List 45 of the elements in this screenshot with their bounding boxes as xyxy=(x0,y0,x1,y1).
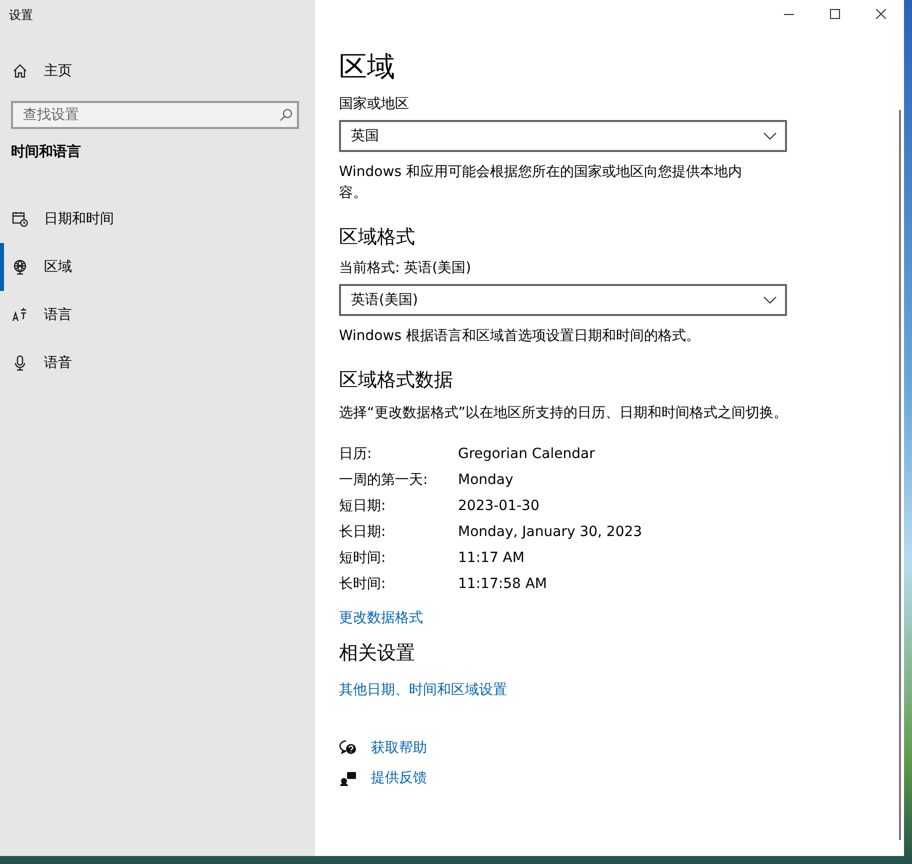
dropdown[interactable]: 英语(美国) xyxy=(339,284,787,316)
description-text: Windows 根据语言和区域首选项设置日期和时间的格式。 xyxy=(339,327,701,346)
field-label: 当前格式: 英语(美国) xyxy=(339,259,472,278)
chevron-down-icon xyxy=(763,132,777,140)
field-label: 日历: xyxy=(339,445,373,464)
globe-icon xyxy=(12,259,28,275)
chevron-down-icon xyxy=(763,296,777,304)
nav-item[interactable]: 日期和时间 xyxy=(0,195,315,243)
dropdown[interactable]: 英国 xyxy=(339,120,787,152)
search-icon[interactable] xyxy=(279,108,293,122)
calendar-clock-icon xyxy=(12,211,28,227)
nav-item[interactable]: 主页 xyxy=(44,62,72,80)
field-label: 短时间: xyxy=(339,549,387,568)
link[interactable]: 其他日期、时间和区域设置 xyxy=(339,682,507,698)
link[interactable]: 获取帮助 xyxy=(371,738,427,758)
window-title: 设置 xyxy=(8,7,34,24)
nav-item[interactable]: 语音 xyxy=(0,339,315,387)
field-value: Monday, January 30, 2023 xyxy=(458,523,642,542)
field-label: 国家或地区 xyxy=(339,95,409,114)
link[interactable]: 提供反馈 xyxy=(371,768,427,788)
link[interactable]: 更改数据格式 xyxy=(339,610,423,626)
field-value: 2023-01-30 xyxy=(458,497,540,516)
home-icon xyxy=(12,63,28,79)
field-label: 短日期: xyxy=(339,497,387,516)
field-value: Monday xyxy=(458,471,514,490)
nav-item[interactable]: 语言 xyxy=(0,291,315,339)
field-value: Gregorian Calendar xyxy=(458,445,596,464)
microphone-icon xyxy=(12,355,28,371)
section-heading: 相关设置 xyxy=(339,641,415,666)
feedback-icon xyxy=(339,770,357,786)
field-label: 一周的第一天: xyxy=(339,471,429,490)
section-heading: 区域格式 xyxy=(339,225,415,250)
search-field[interactable]: 查找设置 xyxy=(11,101,299,129)
description-text: 选择“更改数据格式”以在地区所支持的日历、日期和时间格式之间切换。 xyxy=(339,404,789,423)
field-value: 11:17 AM xyxy=(458,549,526,568)
scrollbar[interactable] xyxy=(899,110,901,840)
language-icon xyxy=(12,307,28,323)
field-label: 长时间: xyxy=(339,575,387,594)
section-heading: 时间和语言 xyxy=(10,142,82,162)
field-label: 长日期: xyxy=(339,523,387,542)
description-text: Windows 和应用可能会根据您所在的国家或地区向您提供本地内容。 xyxy=(339,163,743,203)
page-title: 区域 xyxy=(339,49,395,85)
help-chat-icon xyxy=(339,740,357,756)
section-heading: 区域格式数据 xyxy=(339,368,453,393)
field-value: 11:17:58 AM xyxy=(458,575,548,594)
